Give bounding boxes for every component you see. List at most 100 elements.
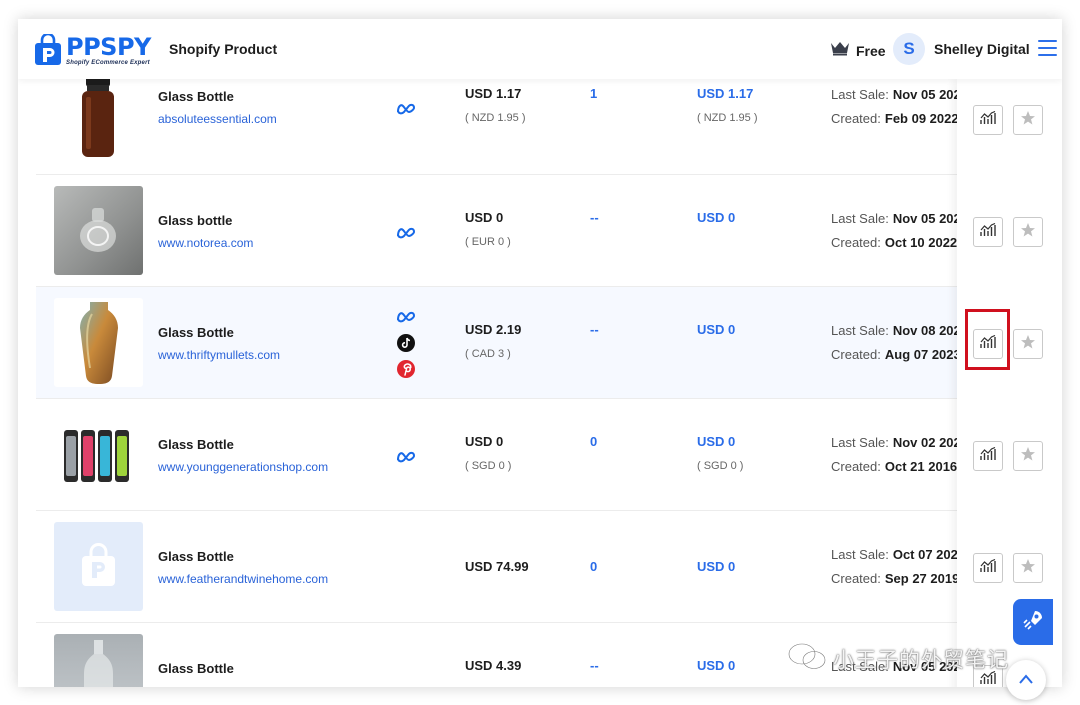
table-row: Glass Bottle www.younggenerationshop.com… bbox=[36, 399, 1056, 511]
rocket-icon bbox=[1021, 608, 1045, 637]
plan-badge[interactable]: Free bbox=[830, 40, 886, 61]
favorite-button[interactable] bbox=[1013, 105, 1043, 135]
logo-name: PPSPY bbox=[66, 32, 151, 61]
created: Created: Aug 07 2023 bbox=[831, 347, 961, 362]
tiktok-icon bbox=[396, 333, 416, 353]
star-icon bbox=[1020, 446, 1036, 467]
table-row: Glass Bottle absoluteessential.com USD 1… bbox=[36, 63, 1056, 175]
last-sale-label: Last Sale: bbox=[831, 547, 889, 562]
top-header: PPSPY Shopify ECommerce Expert Shopify P… bbox=[18, 19, 1062, 79]
sold-count: -- bbox=[590, 210, 599, 225]
created-date: Sep 27 2019 bbox=[884, 571, 960, 586]
created: Created: Oct 10 2022 bbox=[831, 235, 957, 250]
revenue: USD 0 bbox=[697, 322, 736, 337]
actions-column bbox=[957, 79, 1062, 687]
scroll-top-button[interactable] bbox=[1006, 660, 1046, 700]
product-thumbnail[interactable] bbox=[54, 298, 143, 387]
sold-count: -- bbox=[590, 658, 599, 673]
last-sale-label: Last Sale: bbox=[831, 211, 889, 226]
product-thumbnail[interactable] bbox=[54, 634, 143, 687]
ad-platforms bbox=[396, 99, 418, 125]
created-date: Feb 09 2022 bbox=[884, 111, 959, 126]
store-domain-link[interactable]: www.notorea.com bbox=[158, 236, 253, 250]
analytics-button-highlighted[interactable] bbox=[973, 329, 1003, 359]
analytics-button[interactable] bbox=[973, 217, 1003, 247]
app-window: PPSPY Shopify ECommerce Expert Shopify P… bbox=[18, 19, 1062, 687]
created: Created: Oct 21 2016 bbox=[831, 459, 957, 474]
revenue: USD 1.17 bbox=[697, 86, 754, 101]
sold-count: 1 bbox=[590, 86, 598, 101]
product-thumbnail[interactable] bbox=[54, 522, 143, 611]
revenue-local: ( SGD 0 ) bbox=[697, 460, 744, 472]
star-icon bbox=[1020, 334, 1036, 355]
product-thumbnail[interactable] bbox=[54, 410, 143, 499]
price-local: ( CAD 3 ) bbox=[465, 348, 511, 360]
store-domain-link[interactable]: absoluteessential.com bbox=[158, 112, 277, 126]
store-domain-link[interactable]: www.younggenerationshop.com bbox=[158, 460, 328, 474]
favorite-button[interactable] bbox=[1013, 553, 1043, 583]
created-date: Oct 10 2022 bbox=[884, 235, 958, 250]
revenue: USD 0 bbox=[697, 210, 736, 225]
star-icon bbox=[1020, 222, 1036, 243]
created-label: Created: bbox=[831, 111, 881, 126]
logo-tagline: Shopify ECommerce Expert bbox=[66, 59, 150, 66]
price: USD 1.17 bbox=[465, 86, 522, 101]
product-title: Glass Bottle bbox=[158, 661, 234, 676]
favorite-button[interactable] bbox=[1013, 329, 1043, 359]
pinterest-icon bbox=[396, 359, 416, 379]
store-domain-link[interactable]: www.thriftymullets.com bbox=[158, 348, 280, 362]
revenue: USD 0 bbox=[697, 658, 736, 673]
analytics-button[interactable] bbox=[973, 105, 1003, 135]
last-sale: Last Sale: Nov 05 2022 bbox=[831, 211, 968, 226]
meta-icon bbox=[396, 99, 416, 119]
avatar[interactable]: S bbox=[893, 33, 925, 65]
product-title: Glass Bottle bbox=[158, 549, 234, 564]
price: USD 2.19 bbox=[465, 322, 522, 337]
crown-icon bbox=[830, 40, 850, 61]
table-row: Glass bottle www.notorea.com USD 0 ( EUR… bbox=[36, 175, 1056, 287]
last-sale: Last Sale: Nov 02 2022 bbox=[831, 435, 968, 450]
created-label: Created: bbox=[831, 235, 881, 250]
menu-icon[interactable] bbox=[1038, 40, 1057, 56]
product-title: Glass bottle bbox=[158, 213, 233, 228]
price: USD 0 bbox=[465, 210, 504, 225]
created-label: Created: bbox=[831, 347, 881, 362]
last-sale: Last Sale: Nov 08 2022 bbox=[831, 323, 968, 338]
ad-platforms bbox=[396, 223, 418, 249]
page-title: Shopify Product bbox=[169, 41, 278, 57]
product-title: Glass Bottle bbox=[158, 437, 234, 452]
analytics-button[interactable] bbox=[973, 553, 1003, 583]
analytics-chart-icon bbox=[980, 334, 996, 354]
price: USD 74.99 bbox=[465, 559, 529, 574]
last-sale-date: Oct 07 2022 bbox=[892, 547, 966, 562]
sold-count: 0 bbox=[590, 434, 598, 449]
meta-icon bbox=[396, 447, 416, 467]
watermark-text: 小王子的外贸笔记 bbox=[833, 647, 1009, 672]
analytics-chart-icon bbox=[980, 558, 996, 578]
analytics-chart-icon bbox=[980, 110, 996, 130]
meta-icon bbox=[396, 307, 416, 327]
last-sale: Last Sale: Nov 05 2022 bbox=[831, 87, 968, 102]
user-name[interactable]: Shelley Digital bbox=[934, 41, 1030, 57]
revenue: USD 0 bbox=[697, 559, 736, 574]
rocket-launcher-button[interactable] bbox=[1013, 599, 1053, 645]
created-label: Created: bbox=[831, 571, 881, 586]
sold-count: 0 bbox=[590, 559, 598, 574]
product-title: Glass Bottle bbox=[158, 325, 234, 340]
star-icon bbox=[1020, 558, 1036, 579]
created: Created: Sep 27 2019 bbox=[831, 571, 959, 586]
price-local: ( NZD 1.95 ) bbox=[465, 112, 526, 124]
analytics-button[interactable] bbox=[973, 441, 1003, 471]
favorite-button[interactable] bbox=[1013, 441, 1043, 471]
store-domain-link[interactable]: www.featherandtwinehome.com bbox=[158, 572, 328, 586]
logo[interactable]: PPSPY Shopify ECommerce Expert bbox=[34, 32, 151, 67]
favorite-button[interactable] bbox=[1013, 217, 1043, 247]
created-date: Aug 07 2023 bbox=[884, 347, 961, 362]
price-local: ( EUR 0 ) bbox=[465, 236, 511, 248]
last-sale-label: Last Sale: bbox=[831, 87, 889, 102]
created-label: Created: bbox=[831, 459, 881, 474]
product-thumbnail[interactable] bbox=[54, 186, 143, 275]
ad-platforms bbox=[396, 447, 418, 473]
created: Created: Feb 09 2022 bbox=[831, 111, 959, 126]
logo-bag-icon bbox=[34, 32, 62, 66]
